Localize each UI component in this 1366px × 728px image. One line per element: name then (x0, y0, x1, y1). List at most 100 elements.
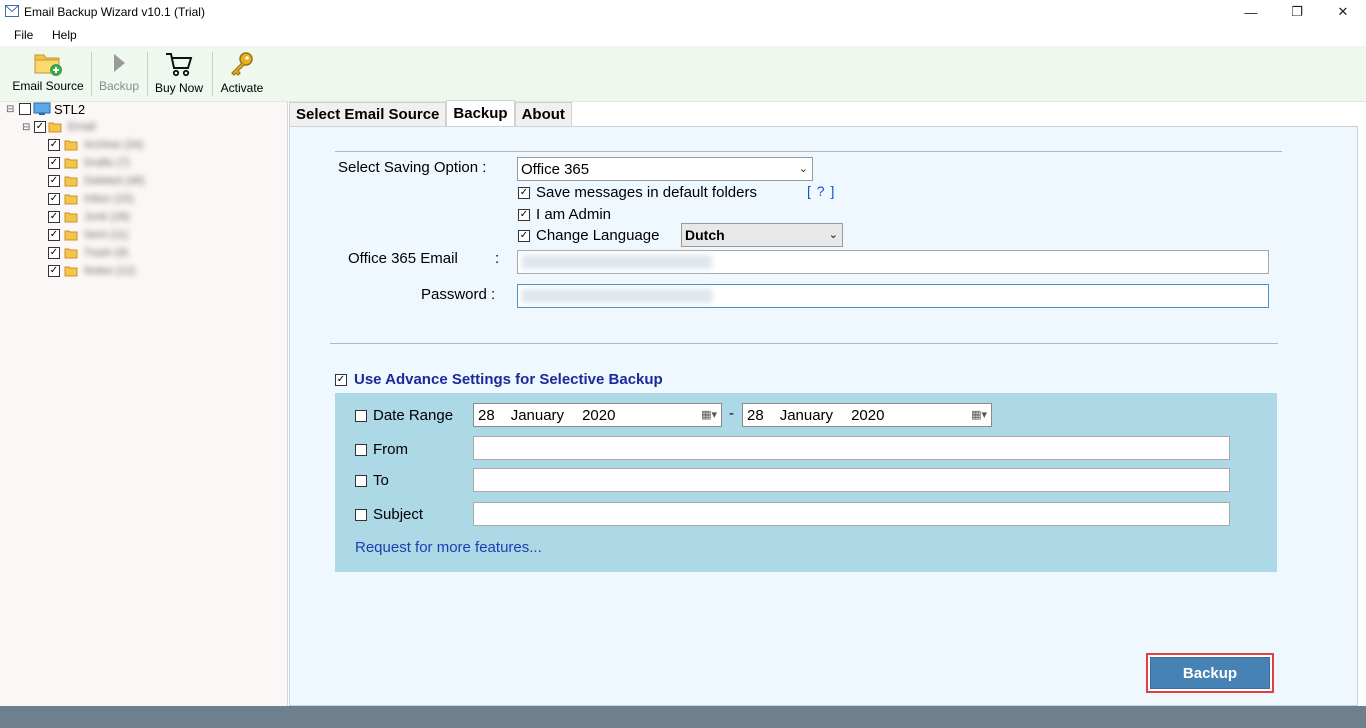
backup-toolbar-label: Backup (98, 79, 140, 93)
activate-label: Activate (220, 81, 264, 95)
email-source-button[interactable]: Email Source (10, 49, 86, 99)
tree-root[interactable]: ⊟ STL2 (6, 101, 85, 117)
advanced-settings-panel: Date Range 28 January 2020 ▦▾ - 28 Janua… (335, 393, 1277, 572)
computer-icon (33, 102, 51, 115)
tree-folder-item[interactable]: ✓ Inbox (15) (48, 191, 134, 207)
tree-folder-item[interactable]: ✓ Sent (11) (48, 227, 128, 243)
save-default-folders-checkbox[interactable]: ✓ (518, 186, 530, 199)
tab-bar: Select Email Source Backup About (289, 100, 572, 126)
folder-icon (64, 212, 78, 223)
backup-toolbar-button[interactable]: Backup (95, 49, 143, 99)
tree-root-checkbox[interactable] (19, 103, 31, 115)
app-window: Email Backup Wizard v10.1 (Trial) — ❐ ✕ … (0, 0, 1366, 728)
toolbar-divider (147, 52, 148, 96)
tree-collapse-icon[interactable]: ⊟ (22, 122, 34, 133)
tree-child-checkbox[interactable]: ✓ (34, 121, 46, 133)
envelope-icon (5, 5, 19, 17)
from-checkbox[interactable] (355, 443, 367, 456)
change-language-checkbox[interactable]: ✓ (518, 229, 530, 242)
play-icon (114, 54, 125, 72)
tree-folder-checkbox[interactable]: ✓ (48, 139, 60, 151)
backup-button[interactable]: Backup (1150, 657, 1270, 689)
date-from-picker[interactable]: 28 January 2020 ▦▾ (473, 403, 722, 427)
date-to-day: 28 (747, 406, 764, 424)
tree-folder-label: Inbox (15) (84, 193, 134, 205)
tree-folder-checkbox[interactable]: ✓ (48, 157, 60, 169)
buy-now-button[interactable]: Buy Now (151, 49, 207, 99)
folder-tree: ⊟ STL2 ⊟ ✓ Email ✓ Archive (34) ✓ Drafts (7… (0, 102, 288, 706)
minimize-button[interactable]: — (1228, 0, 1274, 24)
folder-icon (64, 176, 78, 187)
tree-folder-item[interactable]: ✓ Drafts (7) (48, 155, 130, 171)
help-link[interactable]: [ ? ] (807, 183, 835, 199)
tree-folder-label: Trash (9) (84, 247, 129, 259)
language-value: Dutch (685, 227, 725, 243)
advanced-settings-toggle[interactable]: ✓ Use Advance Settings for Selective Bac… (335, 371, 663, 388)
saving-option-select[interactable]: Office 365 ⌄ (517, 157, 813, 181)
save-default-folders-option[interactable]: ✓ Save messages in default folders (518, 184, 757, 201)
tree-folder-checkbox[interactable]: ✓ (48, 265, 60, 277)
to-option[interactable]: To (355, 472, 389, 489)
password-value (522, 289, 712, 303)
advanced-settings-checkbox[interactable]: ✓ (335, 373, 347, 386)
subject-option[interactable]: Subject (355, 506, 423, 523)
backup-button-highlight: Backup (1146, 653, 1274, 693)
password-input[interactable] (517, 284, 1269, 308)
close-button[interactable]: ✕ (1320, 0, 1366, 24)
tree-folder-label: Deleted (48) (84, 175, 145, 187)
tree-folder-item[interactable]: ✓ Archive (34) (48, 137, 143, 153)
tab-select-email-source[interactable]: Select Email Source (289, 102, 447, 126)
from-option[interactable]: From (355, 441, 408, 458)
folder-icon (64, 140, 78, 151)
tree-child[interactable]: ⊟ ✓ Email (22, 119, 96, 135)
subject-input[interactable] (473, 502, 1230, 526)
tree-folder-checkbox[interactable]: ✓ (48, 247, 60, 259)
to-label: To (373, 472, 389, 489)
calendar-dropdown-icon[interactable]: ▦▾ (971, 408, 987, 421)
date-from-month: January (510, 406, 565, 424)
activate-button[interactable]: Activate (216, 49, 268, 99)
buy-now-label: Buy Now (154, 81, 204, 95)
tree-root-label: STL2 (54, 101, 86, 117)
tree-folder-checkbox[interactable]: ✓ (48, 175, 60, 187)
tree-folder-item[interactable]: ✓ Junk (28) (48, 209, 130, 225)
menu-bar: File Help (0, 24, 1366, 46)
tree-folder-checkbox[interactable]: ✓ (48, 229, 60, 241)
date-range-checkbox[interactable] (355, 409, 367, 422)
tree-folder-item[interactable]: ✓ Deleted (48) (48, 173, 145, 189)
tree-folder-item[interactable]: ✓ Notes (12) (48, 263, 135, 279)
advanced-settings-title: Use Advance Settings for Selective Backu… (354, 371, 663, 388)
backup-tab-content: Select Saving Option : Office 365 ⌄ ✓ Sa… (289, 126, 1358, 706)
to-input[interactable] (473, 468, 1230, 492)
shopping-cart-icon (166, 53, 193, 77)
minimize-icon: — (1244, 4, 1258, 20)
change-language-option[interactable]: ✓ Change Language (518, 227, 659, 244)
to-checkbox[interactable] (355, 474, 367, 487)
tree-folder-checkbox[interactable]: ✓ (48, 211, 60, 223)
office365-email-input[interactable] (517, 250, 1269, 274)
toolbar: Email Source Backup Buy Now Activate (0, 46, 1366, 102)
tab-backup[interactable]: Backup (446, 100, 515, 126)
i-am-admin-option[interactable]: ✓ I am Admin (518, 206, 611, 223)
calendar-dropdown-icon[interactable]: ▦▾ (701, 408, 717, 421)
subject-checkbox[interactable] (355, 508, 367, 521)
restore-button[interactable]: ❐ (1274, 0, 1320, 24)
folder-add-icon (34, 54, 62, 76)
folder-icon (64, 266, 78, 277)
menu-help[interactable]: Help (52, 28, 77, 42)
tree-child-label: Email (68, 121, 96, 133)
tree-folder-item[interactable]: ✓ Trash (9) (48, 245, 128, 261)
i-am-admin-checkbox[interactable]: ✓ (518, 208, 530, 221)
date-to-picker[interactable]: 28 January 2020 ▦▾ (742, 403, 992, 427)
tree-collapse-icon[interactable]: ⊟ (6, 104, 18, 115)
date-range-option[interactable]: Date Range (355, 407, 453, 424)
from-input[interactable] (473, 436, 1230, 460)
menu-file[interactable]: File (14, 28, 33, 42)
email-value (522, 255, 712, 269)
language-select[interactable]: Dutch ⌄ (681, 223, 843, 247)
chevron-down-icon: ⌄ (798, 163, 808, 175)
request-features-link[interactable]: Request for more features... (355, 539, 542, 556)
tab-about[interactable]: About (514, 102, 572, 126)
tree-folder-checkbox[interactable]: ✓ (48, 193, 60, 205)
saving-option-label: Select Saving Option : (338, 159, 487, 176)
